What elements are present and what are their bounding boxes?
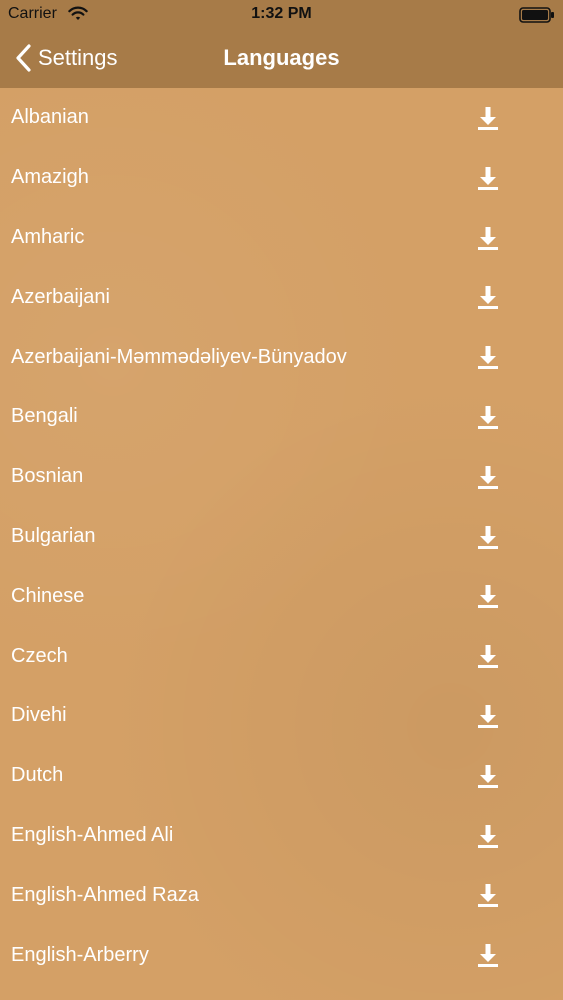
language-label: English-Arberry <box>11 943 149 966</box>
language-row-czech[interactable]: Czech <box>0 626 563 686</box>
download-icon[interactable] <box>477 464 499 490</box>
language-label: Dutch <box>11 764 64 787</box>
download-icon[interactable] <box>477 284 499 310</box>
language-row-azerbaijani[interactable]: Azerbaijani <box>0 267 563 327</box>
download-icon[interactable] <box>477 882 499 908</box>
download-icon[interactable] <box>477 165 499 191</box>
language-label: Amharic <box>11 225 85 248</box>
download-icon[interactable] <box>477 823 499 849</box>
language-row-amazigh[interactable]: Amazigh <box>0 148 563 208</box>
battery-icon <box>519 7 554 23</box>
language-label: Albanian <box>11 106 89 129</box>
language-label: Azerbaijani <box>11 285 110 308</box>
language-label: English-Ahmed Raza <box>11 883 199 906</box>
status-time: 1:32 PM <box>251 5 312 22</box>
language-label: Bengali <box>11 405 78 428</box>
language-label: Amazigh <box>11 166 89 189</box>
download-icon[interactable] <box>477 524 499 550</box>
language-row-english-arberry[interactable]: English-Arberry <box>0 925 563 985</box>
language-row-english-ahmed-ali[interactable]: English-Ahmed Ali <box>0 806 563 866</box>
download-icon[interactable] <box>477 703 499 729</box>
language-list: Albanian Amazigh Amharic Azerbaijani Aze… <box>0 88 563 1000</box>
download-icon[interactable] <box>477 404 499 430</box>
language-row-azerbaijani-mammadaliyev-bunyadov[interactable]: Azerbaijani-Məmmədəliyev-Bünyadov <box>0 327 563 387</box>
language-row-chinese[interactable]: Chinese <box>0 566 563 626</box>
page-title: Languages <box>223 45 340 70</box>
language-row-dutch[interactable]: Dutch <box>0 746 563 806</box>
language-row-bosnian[interactable]: Bosnian <box>0 447 563 507</box>
download-icon[interactable] <box>477 643 499 669</box>
language-row-albanian[interactable]: Albanian <box>0 88 563 148</box>
download-icon[interactable] <box>477 225 499 251</box>
download-icon[interactable] <box>477 942 499 968</box>
language-row-divehi[interactable]: Divehi <box>0 686 563 746</box>
language-row-amharic[interactable]: Amharic <box>0 208 563 268</box>
download-icon[interactable] <box>477 583 499 609</box>
navigation-bar: Settings Languages <box>0 30 563 88</box>
language-label: English-Ahmed Ali <box>11 823 174 846</box>
language-label: Divehi <box>11 704 67 727</box>
download-icon[interactable] <box>477 105 499 131</box>
download-icon[interactable] <box>477 763 499 789</box>
language-label: Bosnian <box>11 465 84 488</box>
language-label: Czech <box>11 644 68 667</box>
language-row-english-ahmed-raza[interactable]: English-Ahmed Raza <box>0 865 563 925</box>
language-row-bengali[interactable]: Bengali <box>0 387 563 447</box>
language-row-bulgarian[interactable]: Bulgarian <box>0 507 563 567</box>
language-label: Chinese <box>11 584 85 607</box>
download-icon[interactable] <box>477 344 499 370</box>
language-label: Azerbaijani-Məmmədəliyev-Bünyadov <box>11 345 347 368</box>
status-bar: Carrier 1:32 PM <box>0 0 563 30</box>
language-label: Bulgarian <box>11 524 96 547</box>
